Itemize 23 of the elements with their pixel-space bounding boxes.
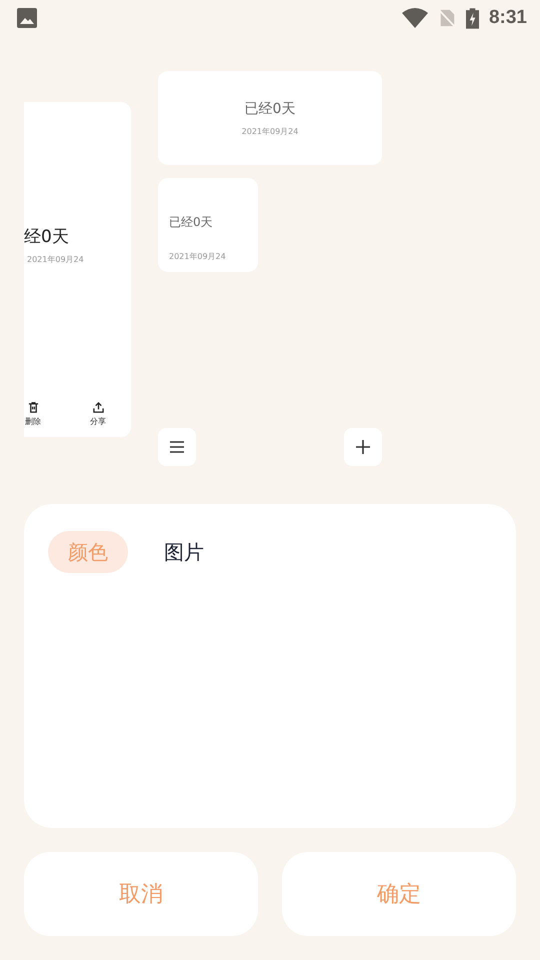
widget-date: 2021年09月24 <box>27 254 85 265</box>
plus-icon <box>356 440 370 454</box>
gallery-icon <box>17 8 37 28</box>
add-button[interactable] <box>344 428 382 466</box>
trash-icon <box>28 402 38 413</box>
widget-title: 已经0天 <box>244 100 296 118</box>
widget-date: 2021年09月24 <box>242 126 298 136</box>
widget-title: 经0天 <box>24 226 70 248</box>
menu-button[interactable] <box>158 428 196 466</box>
delete-button[interactable]: 删除 <box>25 402 41 427</box>
share-button[interactable]: 分享 <box>90 402 106 427</box>
tab[interactable]: 图片 <box>144 531 224 573</box>
widget-card[interactable]: 已经0天 2021年09月24 <box>158 71 382 165</box>
widget-card[interactable]: 经0天 2021年09月24 删除 分享 <box>24 102 131 437</box>
battery-icon <box>466 8 479 28</box>
no-sim-icon <box>438 8 456 28</box>
widget-date: 2021年09月24 <box>169 251 227 262</box>
status-time: 8:31 <box>488 7 527 29</box>
upload-icon <box>92 402 104 413</box>
widget-title: 已经0天 <box>169 214 214 231</box>
wifi-icon <box>402 8 428 28</box>
widget-card[interactable]: 已经0天 2021年09月24 <box>158 178 258 272</box>
menu-icon <box>170 441 184 453</box>
